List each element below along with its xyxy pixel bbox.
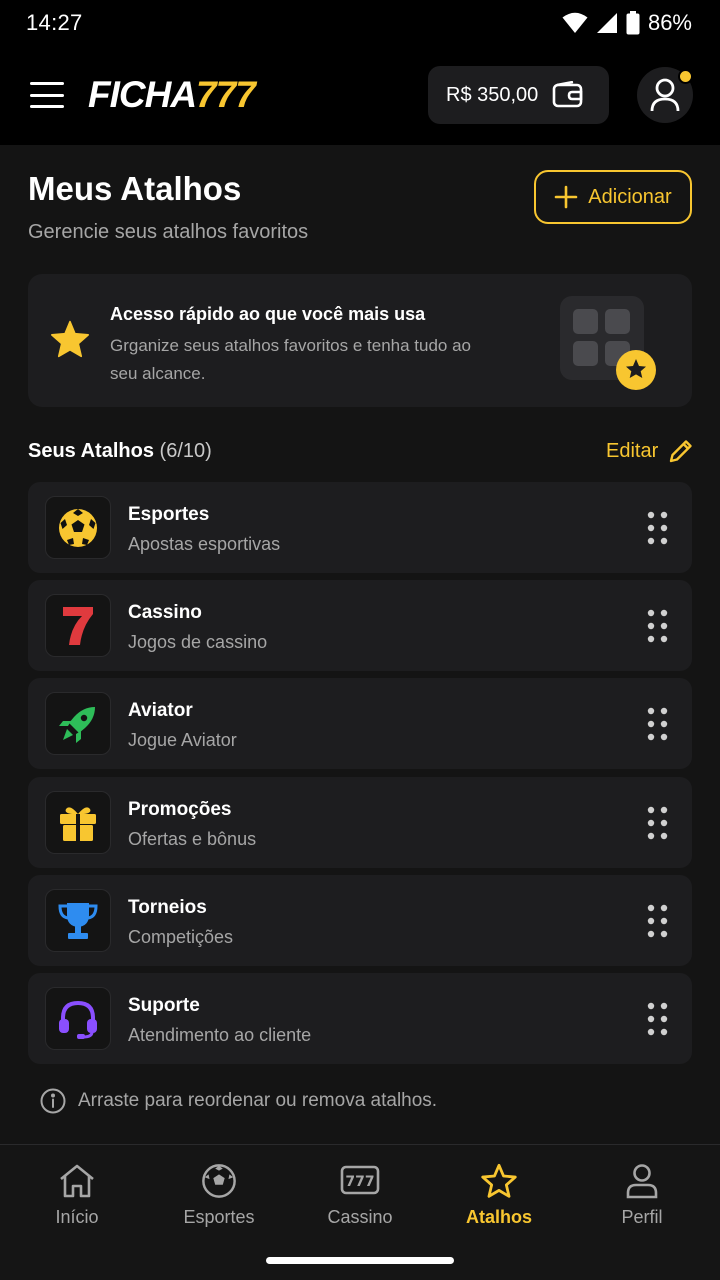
edit-button[interactable]: Editar bbox=[606, 438, 694, 464]
balance-amount: R$ 350,00 bbox=[446, 83, 539, 106]
home-indicator[interactable] bbox=[266, 1257, 454, 1264]
pencil-icon bbox=[670, 440, 692, 463]
balance-button[interactable]: R$ 350,00 bbox=[428, 66, 609, 124]
add-shortcut-label: Adicionar bbox=[588, 185, 672, 208]
gift-icon bbox=[60, 806, 96, 841]
shortcuts-grid-illustration bbox=[560, 296, 656, 390]
home-icon bbox=[60, 1164, 94, 1198]
shortcut-item-aviator[interactable]: Aviator Jogue Aviator bbox=[28, 678, 692, 769]
wifi-icon bbox=[562, 12, 588, 33]
shortcut-subtitle: Ofertas e bônus bbox=[128, 829, 257, 849]
status-bar: 14:27 86% bbox=[0, 0, 720, 46]
shortcut-item-torneios[interactable]: Torneios Competições bbox=[28, 875, 692, 966]
nav-item-perfil[interactable]: Perfil bbox=[582, 1163, 702, 1228]
shortcut-subtitle: Competições bbox=[128, 927, 234, 947]
logo-number: 777 bbox=[196, 74, 256, 115]
signal-icon bbox=[596, 13, 617, 33]
section-title-text: Seus Atalhos bbox=[28, 440, 154, 462]
slot-777-icon: 777 bbox=[340, 1165, 380, 1195]
shortcut-icon-box bbox=[45, 987, 111, 1050]
reorder-hint: Arraste para reordenar ou remova atalhos… bbox=[40, 1088, 437, 1114]
shortcut-title: Promoções bbox=[128, 799, 232, 820]
star-icon bbox=[50, 320, 89, 358]
user-icon bbox=[650, 78, 680, 112]
shortcut-title: Esportes bbox=[128, 504, 210, 525]
shortcut-item-esportes[interactable]: Esportes Apostas esportivas bbox=[28, 482, 692, 573]
shortcut-item-promocoes[interactable]: Promoções Ofertas e bônus bbox=[28, 777, 692, 868]
nav-item-cassino[interactable]: 777 Cassino bbox=[300, 1163, 420, 1228]
svg-text:777: 777 bbox=[345, 1174, 374, 1190]
menu-line bbox=[30, 82, 64, 85]
headset-icon bbox=[59, 1000, 97, 1039]
shortcut-icon-box bbox=[45, 496, 111, 559]
info-title: Acesso rápido ao que você mais usa bbox=[110, 304, 426, 324]
nav-label: Início bbox=[55, 1207, 99, 1227]
info-icon bbox=[40, 1088, 66, 1114]
add-shortcut-button[interactable]: Adicionar bbox=[534, 170, 692, 224]
drag-handle-icon[interactable] bbox=[647, 707, 669, 741]
nav-item-inicio[interactable]: Início bbox=[17, 1163, 137, 1228]
menu-button[interactable] bbox=[30, 82, 64, 108]
shortcut-title: Cassino bbox=[128, 602, 202, 623]
drag-handle-icon[interactable] bbox=[647, 609, 669, 643]
nav-item-esportes[interactable]: Esportes bbox=[159, 1163, 279, 1228]
seven-icon bbox=[63, 606, 93, 645]
shortcut-icon-box bbox=[45, 889, 111, 952]
shortcut-subtitle: Jogue Aviator bbox=[128, 730, 237, 750]
info-description: Grganize seus atalhos favoritos e tenha … bbox=[110, 336, 472, 383]
notification-dot bbox=[678, 69, 693, 84]
star-icon bbox=[481, 1163, 517, 1198]
shortcut-item-suporte[interactable]: Suporte Atendimento ao cliente bbox=[28, 973, 692, 1064]
nav-item-atalhos[interactable]: Atalhos bbox=[439, 1163, 559, 1228]
nav-label: Atalhos bbox=[465, 1207, 532, 1227]
trophy-icon bbox=[58, 902, 98, 939]
drag-handle-icon[interactable] bbox=[647, 904, 669, 938]
plus-icon bbox=[554, 185, 578, 209]
page-title: Meus Atalhos bbox=[28, 170, 242, 207]
person-icon bbox=[626, 1164, 658, 1199]
shortcut-subtitle: Jogos de cassino bbox=[128, 632, 268, 652]
wallet-icon bbox=[552, 81, 583, 108]
drag-handle-icon[interactable] bbox=[647, 806, 669, 840]
battery-icon bbox=[626, 11, 640, 35]
shortcut-icon-box bbox=[45, 791, 111, 854]
shortcut-subtitle: Atendimento ao cliente bbox=[128, 1025, 312, 1045]
battery-percent: 86% bbox=[647, 10, 692, 35]
logo[interactable]: FICHA777 bbox=[88, 70, 256, 120]
rocket-icon bbox=[59, 706, 95, 743]
hint-text: Arraste para reordenar ou remova atalhos… bbox=[78, 1090, 438, 1111]
nav-label: Esportes bbox=[183, 1207, 255, 1227]
shortcut-count: (6/10) bbox=[159, 440, 212, 462]
menu-line bbox=[30, 93, 64, 97]
nav-label: Cassino bbox=[327, 1207, 393, 1227]
nav-label: Perfil bbox=[621, 1207, 663, 1227]
section-title: Seus Atalhos (6/10) bbox=[28, 440, 212, 463]
shortcut-title: Aviator bbox=[128, 700, 193, 721]
shortcut-title: Torneios bbox=[128, 897, 207, 918]
app-header: FICHA777 R$ 350,00 bbox=[0, 46, 720, 145]
menu-line bbox=[30, 105, 64, 108]
drag-handle-icon[interactable] bbox=[647, 511, 669, 545]
shortcut-icon-box bbox=[45, 692, 111, 755]
logo-text: FICHA bbox=[88, 74, 197, 115]
shortcut-item-cassino[interactable]: Cassino Jogos de cassino bbox=[28, 580, 692, 671]
edit-label: Editar bbox=[606, 439, 659, 462]
soccer-ball-icon bbox=[202, 1164, 236, 1198]
info-card: Acesso rápido ao que você mais usa Grgan… bbox=[28, 274, 692, 407]
page-subtitle: Gerencie seus atalhos favoritos bbox=[28, 221, 309, 243]
status-time: 14:27 bbox=[26, 10, 83, 35]
drag-handle-icon[interactable] bbox=[647, 1002, 669, 1036]
soccer-ball-icon bbox=[59, 508, 97, 547]
shortcut-subtitle: Apostas esportivas bbox=[128, 534, 281, 554]
shortcut-title: Suporte bbox=[128, 995, 200, 1016]
status-icons: 86% bbox=[562, 10, 692, 36]
shortcut-icon-box bbox=[45, 594, 111, 657]
